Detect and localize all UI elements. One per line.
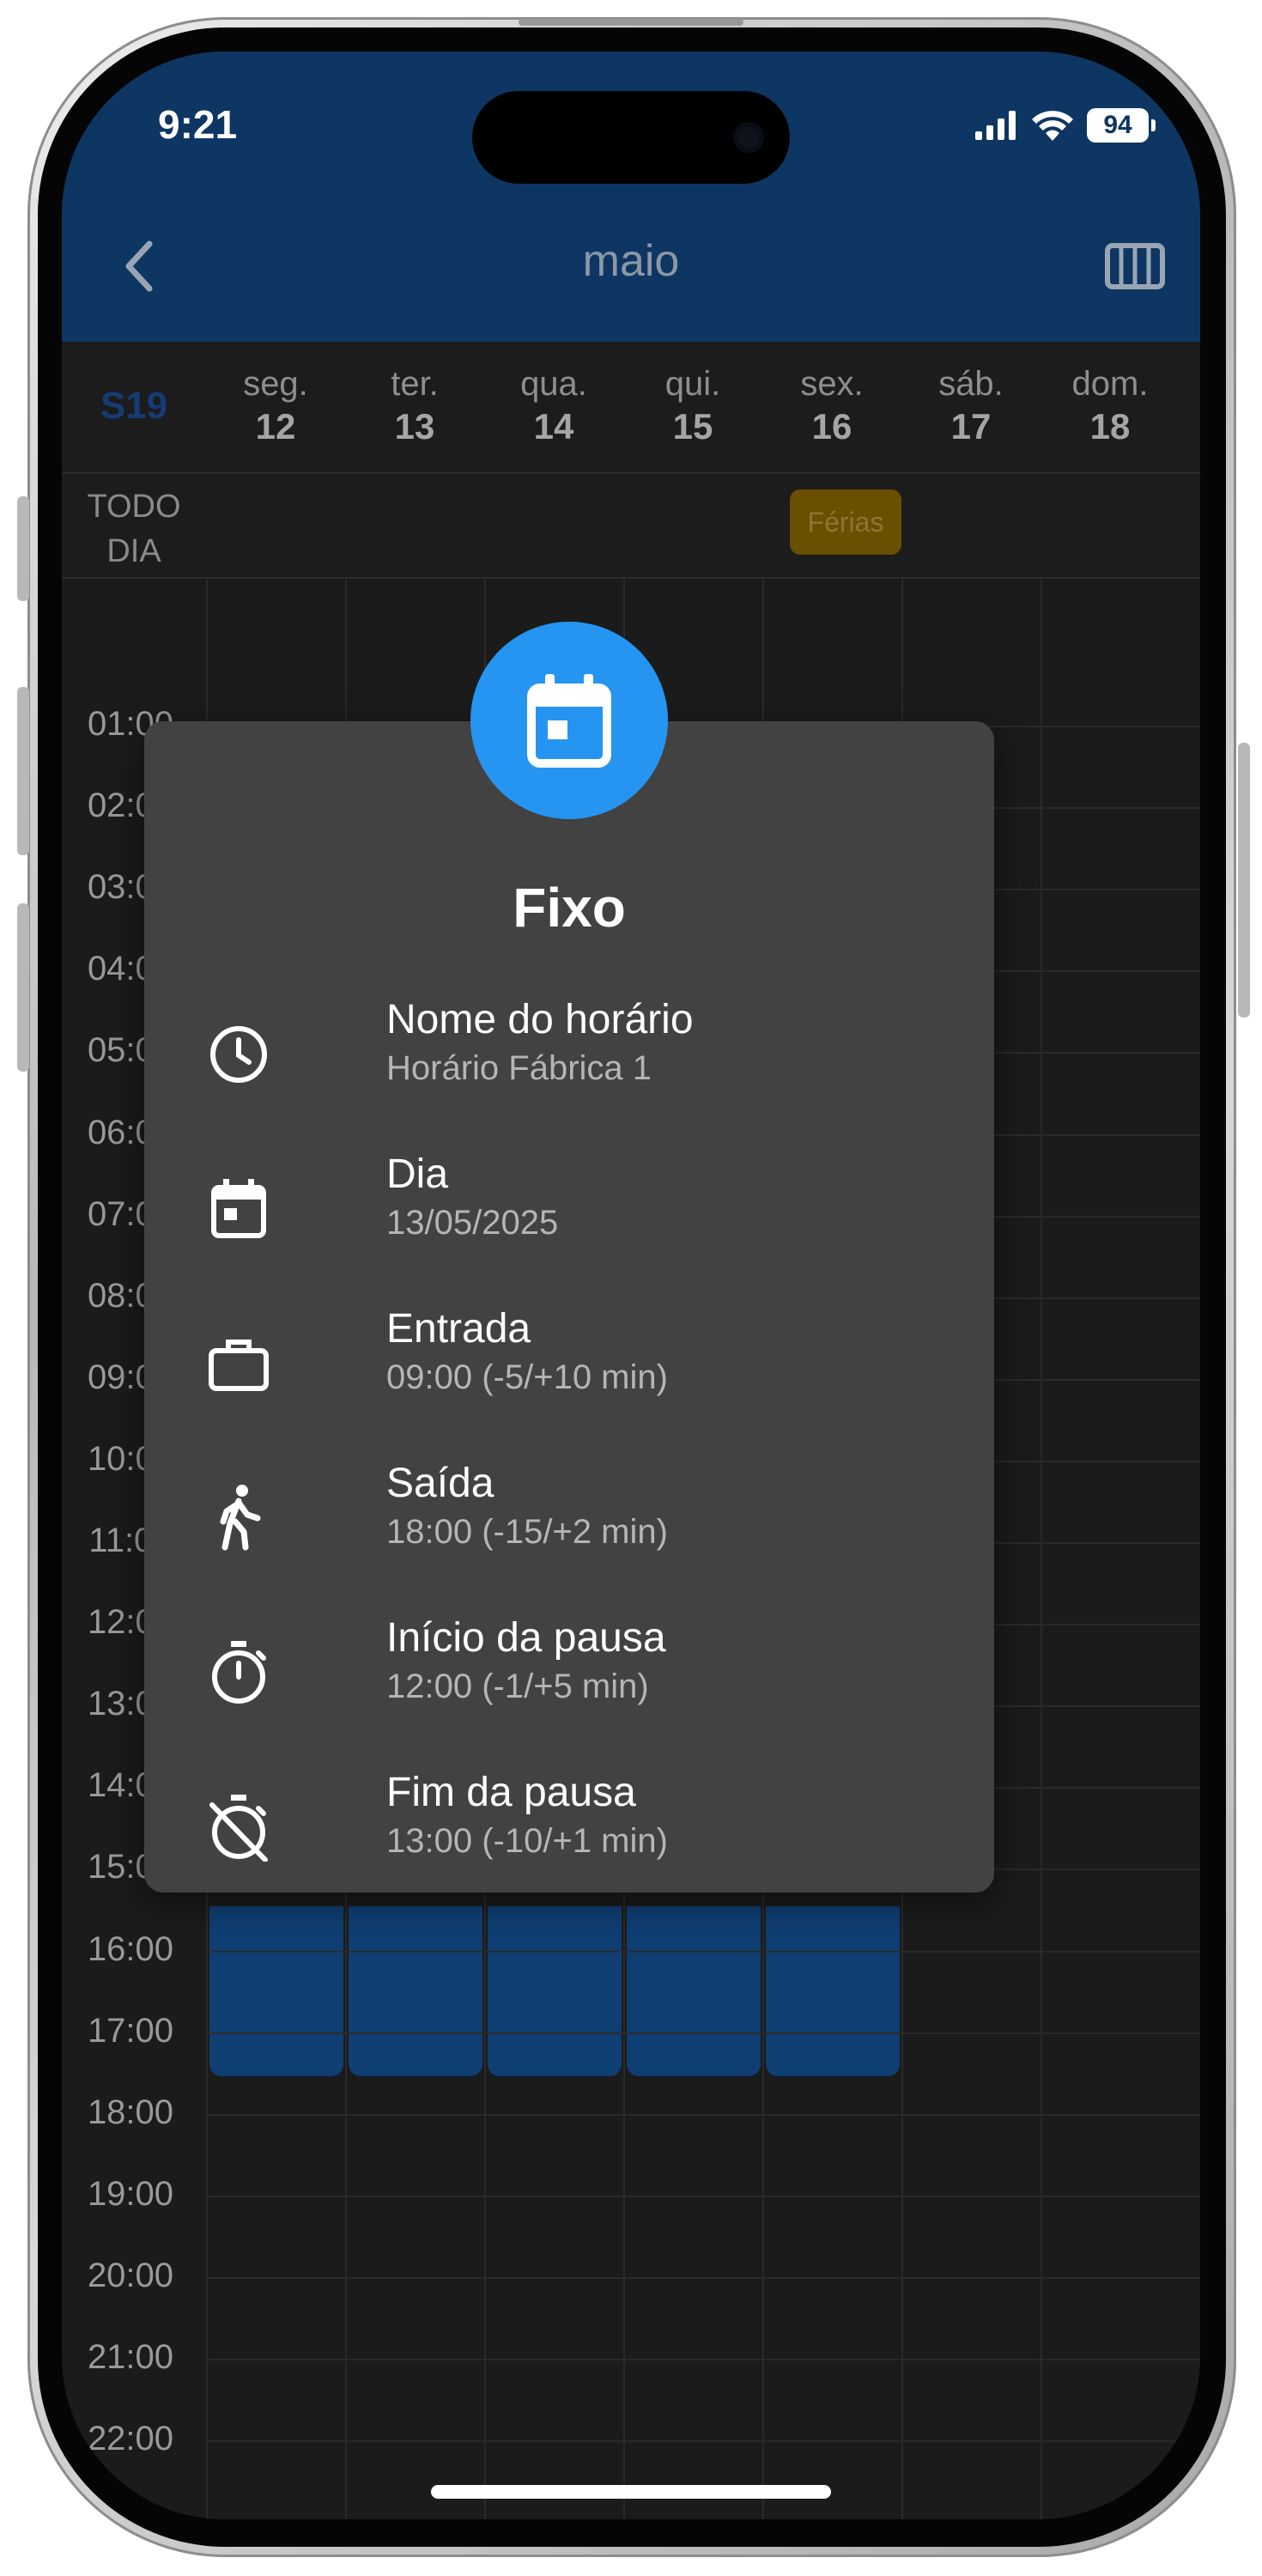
hour-line: [206, 2359, 1200, 2360]
detail-row-schedule-name: Nome do horário Horário Fábrica 1: [196, 996, 968, 1116]
all-day-label-line2: DIA: [106, 533, 161, 569]
hour-label: 20:00: [87, 2256, 174, 2294]
day-header[interactable]: qui. 15: [623, 362, 762, 448]
calendar-icon: [196, 1166, 282, 1252]
dynamic-island: [472, 91, 790, 184]
detail-row-break-end: Fim da pausa 13:00 (-10/+1 min): [196, 1769, 968, 1889]
day-name: ter.: [391, 365, 439, 403]
week-number: S19: [100, 385, 168, 427]
clock-icon: [196, 1012, 282, 1097]
home-indicator[interactable]: [431, 2485, 831, 2499]
hour-label: 21:00: [87, 2338, 174, 2376]
detail-value: 09:00 (-5/+10 min): [386, 1358, 668, 1396]
detail-value: 13:00 (-10/+1 min): [386, 1822, 668, 1860]
hour-line: [206, 2440, 1200, 2443]
day-number: 18: [1089, 406, 1131, 447]
day-name: qui.: [664, 365, 721, 403]
day-number: 16: [811, 406, 852, 447]
volume-up-button: [17, 687, 29, 855]
status-time: 9:21: [158, 102, 238, 147]
hour-label: 16:00: [87, 1929, 174, 1968]
day-name: dom.: [1071, 365, 1149, 403]
detail-value: 18:00 (-15/+2 min): [386, 1513, 668, 1551]
day-header[interactable]: seg. 12: [206, 362, 345, 448]
grid-line: [1041, 579, 1042, 2519]
all-day-row: TODO DIA Férias: [62, 474, 1200, 579]
dialog-badge: [470, 622, 668, 819]
hour-line: [206, 2032, 1200, 2034]
day-name: sex.: [800, 365, 864, 403]
signal-icon: [975, 111, 1016, 140]
hour-line: [206, 1950, 1200, 1953]
hour-line: [206, 2276, 1200, 2279]
view-toggle-button[interactable]: [1104, 239, 1166, 294]
detail-row-break-start: Início da pausa 12:00 (-1/+5 min): [196, 1614, 968, 1735]
day-number: 13: [394, 406, 435, 447]
detail-label: Fim da pausa: [386, 1770, 636, 1815]
power-button: [1238, 743, 1250, 1018]
hour-line: [206, 2113, 1200, 2116]
day-header[interactable]: ter. 13: [345, 362, 484, 448]
antenna-band: [519, 19, 743, 26]
hour-label: 17:00: [87, 2011, 174, 2050]
month-title: maio: [582, 236, 680, 286]
volume-down-button: [17, 903, 29, 1072]
detail-value: Horário Fábrica 1: [386, 1049, 652, 1087]
schedule-detail-dialog[interactable]: Fixo Nome do horário Horário Fábrica 1 D…: [144, 721, 994, 1893]
schedule-event-block[interactable]: [488, 1906, 622, 2076]
schedule-event-block[interactable]: [349, 1906, 482, 2076]
detail-label: Nome do horário: [386, 997, 694, 1042]
schedule-event-block[interactable]: [766, 1906, 900, 2076]
calendar-icon: [527, 674, 611, 768]
front-camera: [733, 122, 764, 153]
day-header[interactable]: dom. 18: [1041, 362, 1180, 448]
detail-row-entry: Entrada 09:00 (-5/+10 min): [196, 1305, 968, 1425]
app-bar: 9:21 94 maio: [62, 52, 1200, 342]
day-name: qua.: [520, 365, 587, 403]
detail-label: Início da pausa: [386, 1615, 666, 1661]
wifi-icon: [1032, 111, 1073, 141]
view-columns-icon: [1105, 243, 1165, 289]
hour-label: 18:00: [87, 2093, 174, 2131]
all-day-label: TODO DIA: [62, 484, 206, 574]
walking-icon: [196, 1475, 282, 1561]
day-number: 17: [950, 406, 992, 447]
battery-icon: 94: [1087, 108, 1156, 143]
detail-label: Entrada: [386, 1306, 531, 1352]
battery-level: 94: [1103, 111, 1132, 139]
day-name: seg.: [243, 365, 308, 403]
dialog-title: Fixo: [513, 877, 626, 939]
day-header[interactable]: qua. 14: [484, 362, 623, 448]
detail-label: Dia: [386, 1151, 449, 1197]
detail-value: 12:00 (-1/+5 min): [386, 1668, 649, 1705]
all-day-label-line1: TODO: [87, 489, 181, 525]
action-button: [17, 496, 29, 601]
day-number: 15: [672, 406, 713, 447]
detail-value: 13/05/2025: [386, 1204, 559, 1242]
timer-off-icon: [196, 1784, 282, 1870]
week-header: S19 seg. 12 ter. 13 qua. 14 qui. 15 sex. 16 s…: [62, 342, 1200, 474]
hour-label: 22:00: [87, 2420, 174, 2458]
day-name: sáb.: [938, 365, 1004, 403]
all-day-event-chip[interactable]: Férias: [790, 489, 901, 555]
hour-line: [206, 2195, 1200, 2197]
timer-icon: [196, 1630, 282, 1716]
schedule-event-block[interactable]: [209, 1906, 343, 2076]
hour-label: 19:00: [87, 2174, 174, 2213]
day-header[interactable]: sex. 16: [762, 362, 901, 448]
day-header[interactable]: sáb. 17: [901, 362, 1041, 448]
briefcase-icon: [196, 1321, 282, 1406]
detail-row-exit: Saída 18:00 (-15/+2 min): [196, 1460, 968, 1580]
schedule-event-block[interactable]: [627, 1906, 761, 2076]
detail-row-day: Dia 13/05/2025: [196, 1151, 968, 1271]
day-number: 12: [255, 406, 296, 447]
detail-label: Saída: [386, 1461, 494, 1506]
status-icons: 94: [975, 106, 1156, 144]
day-number: 14: [533, 406, 574, 447]
